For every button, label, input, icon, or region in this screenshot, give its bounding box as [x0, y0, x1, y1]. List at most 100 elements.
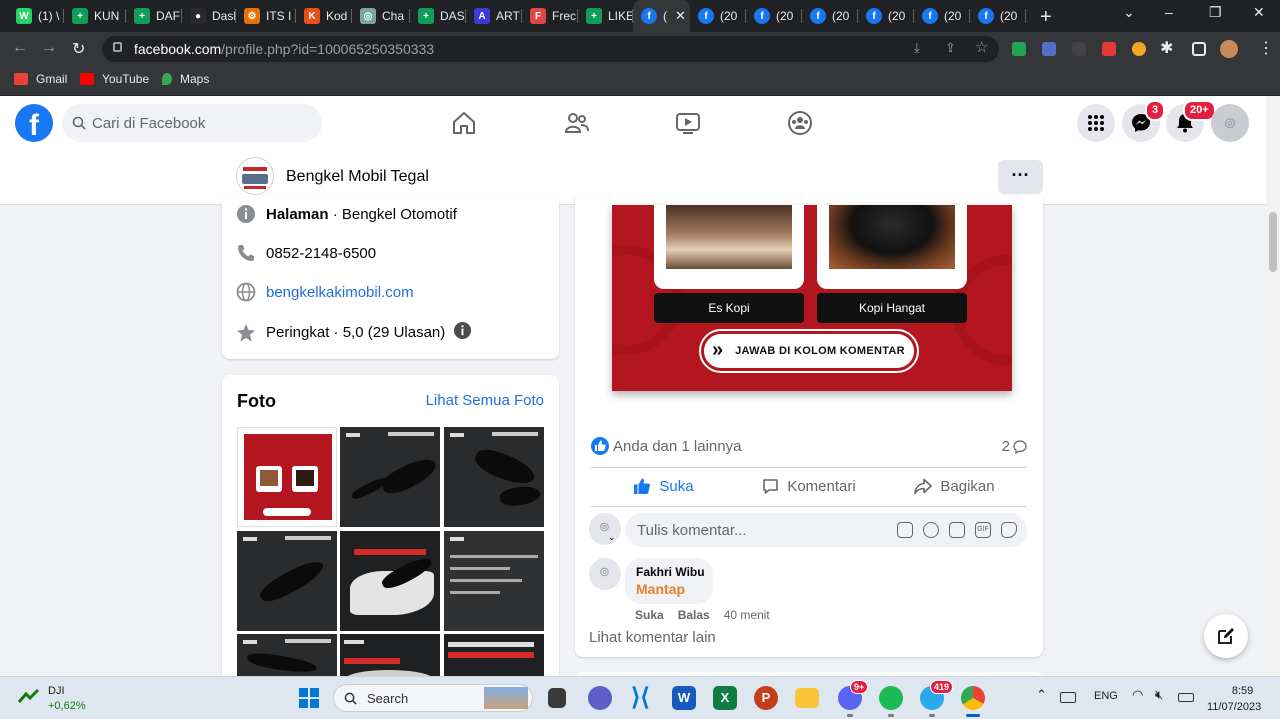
like-button[interactable]: Suka	[591, 469, 736, 503]
photo-thumbnail[interactable]	[237, 427, 337, 527]
browser-tab[interactable]: ● Dasl	[182, 0, 236, 32]
battery-icon[interactable]	[1178, 693, 1194, 702]
browser-tab[interactable]: f (20	[746, 0, 802, 32]
bookmark-gmail[interactable]: Gmail	[14, 72, 67, 86]
photo-thumbnail[interactable]	[444, 531, 544, 631]
comment-author[interactable]: Fakhri Wibu	[636, 565, 705, 579]
vscode-icon[interactable]: ⟩⟨	[631, 686, 655, 710]
browser-tab[interactable]: ◎ Cha	[352, 0, 410, 32]
rating-info-icon[interactable]	[453, 321, 472, 344]
menu-kebab-icon[interactable]: ⋮	[1258, 38, 1274, 58]
lock-icon[interactable]	[113, 42, 122, 52]
comment-button[interactable]: Komentari	[736, 469, 882, 503]
browser-tab[interactable]: + KUN	[64, 0, 126, 32]
my-avatar[interactable]: ⊚ ⌄	[589, 513, 621, 545]
system-clock[interactable]: 8:59 11/07/2023	[1207, 683, 1261, 715]
more-options-button[interactable]: ···	[998, 160, 1043, 194]
page-name[interactable]: Bengkel Mobil Tegal	[286, 168, 429, 186]
emoji-icon[interactable]	[923, 522, 939, 538]
website-link[interactable]: bengkelkakimobil.com	[266, 284, 414, 301]
extension-icon[interactable]	[1042, 42, 1056, 56]
home-icon[interactable]	[451, 110, 477, 136]
chevron-down-icon[interactable]: ⌄	[608, 532, 616, 543]
menu-button[interactable]	[1077, 104, 1115, 142]
photo-thumbnail[interactable]	[444, 427, 544, 527]
browser-tab[interactable]: W (1) \	[8, 0, 64, 32]
profile-avatar[interactable]	[1220, 40, 1238, 58]
browser-tab[interactable]: f (20	[690, 0, 746, 32]
see-all-photos-link[interactable]: Lihat Semua Foto	[426, 392, 544, 409]
browser-tab[interactable]: K Kod	[296, 0, 352, 32]
bookmark-star-icon[interactable]: ☆	[975, 38, 988, 56]
groups-icon[interactable]	[787, 110, 813, 136]
comment-reply-link[interactable]: Balas	[678, 608, 710, 622]
extension-icon[interactable]	[1102, 42, 1116, 56]
comment-like-link[interactable]: Suka	[635, 608, 664, 622]
photo-thumbnail[interactable]	[340, 427, 440, 527]
comment-count[interactable]: 2	[1002, 438, 1027, 455]
word-icon[interactable]: W	[672, 686, 696, 710]
page-scrollbar[interactable]	[1266, 96, 1280, 676]
teams-chat-icon[interactable]	[588, 686, 612, 710]
telegram-icon[interactable]: 419	[920, 680, 954, 710]
search-input[interactable]	[92, 104, 312, 142]
task-view-icon[interactable]	[548, 688, 566, 708]
keyboard-icon[interactable]	[1060, 692, 1076, 703]
browser-tab[interactable]: ⚙ ITS I	[236, 0, 296, 32]
sticker-icon[interactable]	[1001, 522, 1017, 538]
facebook-search[interactable]	[62, 104, 322, 142]
extension-icon[interactable]	[1072, 42, 1086, 56]
new-tab-button[interactable]: +	[1040, 6, 1052, 29]
browser-tab[interactable]: f (20	[858, 0, 914, 32]
file-explorer-icon[interactable]	[795, 688, 819, 708]
language-indicator[interactable]: ENG	[1094, 690, 1118, 702]
new-message-button[interactable]	[1204, 614, 1248, 658]
browser-tab[interactable]: + DAF	[126, 0, 182, 32]
volume-muted-icon[interactable]: 🔇︎	[1155, 687, 1163, 703]
close-tab-icon[interactable]: ✕	[675, 8, 686, 24]
browser-tab[interactable]: f (✕	[633, 0, 690, 32]
browser-tab[interactable]: A ART	[466, 0, 522, 32]
close-window-icon[interactable]: ✕	[1253, 4, 1265, 21]
forward-icon[interactable]: →	[41, 39, 57, 57]
browser-tab[interactable]: + LIKE	[578, 0, 633, 32]
browser-tab[interactable]: f (20	[970, 0, 1026, 32]
browser-tab[interactable]: f (20	[914, 0, 970, 32]
comment-timestamp[interactable]: 40 menit	[724, 608, 770, 622]
minimize-icon[interactable]: –	[1165, 4, 1173, 20]
extensions-puzzle-icon[interactable]: ✱	[1160, 38, 1173, 58]
tab-search-chevron-icon[interactable]: ⌄	[1123, 4, 1135, 21]
extension-icon[interactable]	[1012, 42, 1026, 56]
extension-icon[interactable]	[1132, 42, 1146, 56]
chevron-up-icon[interactable]: ⌃	[1036, 687, 1047, 703]
restore-icon[interactable]: ❐	[1209, 4, 1222, 21]
install-icon[interactable]: ⤓	[914, 40, 920, 56]
page-avatar[interactable]	[236, 157, 274, 195]
chrome-icon[interactable]	[961, 686, 985, 710]
watch-icon[interactable]	[675, 110, 701, 136]
facebook-logo[interactable]: f	[15, 104, 53, 142]
photo-thumbnail[interactable]	[237, 531, 337, 631]
browser-tab[interactable]: + DAS	[410, 0, 466, 32]
browser-tab[interactable]: F Frec	[522, 0, 578, 32]
avatar-sticker-icon[interactable]	[897, 522, 913, 538]
back-icon[interactable]: ←	[12, 39, 28, 57]
photo-thumbnail[interactable]	[340, 531, 440, 631]
account-avatar[interactable]: ⊚	[1211, 104, 1249, 142]
commenter-avatar[interactable]: ⊚	[589, 558, 621, 590]
powerpoint-icon[interactable]: P	[754, 686, 778, 710]
spotify-icon[interactable]	[879, 686, 903, 710]
discord-icon[interactable]: 9+	[838, 680, 869, 710]
wifi-icon[interactable]: ◠	[1132, 687, 1143, 703]
windows-start-icon[interactable]	[299, 688, 319, 708]
notifications-button[interactable]: 20+	[1166, 100, 1216, 142]
share-icon[interactable]: ⇪	[945, 40, 956, 56]
view-more-comments-link[interactable]: Lihat komentar lain	[589, 629, 716, 646]
bookmark-youtube[interactable]: YouTube	[80, 72, 149, 86]
browser-tab[interactable]: f (20	[802, 0, 858, 32]
excel-icon[interactable]: X	[713, 686, 737, 710]
camera-icon[interactable]	[949, 522, 965, 538]
share-button[interactable]: Bagikan	[882, 469, 1027, 503]
reload-icon[interactable]: ↻	[72, 39, 85, 59]
messenger-button[interactable]: 3	[1122, 100, 1166, 142]
